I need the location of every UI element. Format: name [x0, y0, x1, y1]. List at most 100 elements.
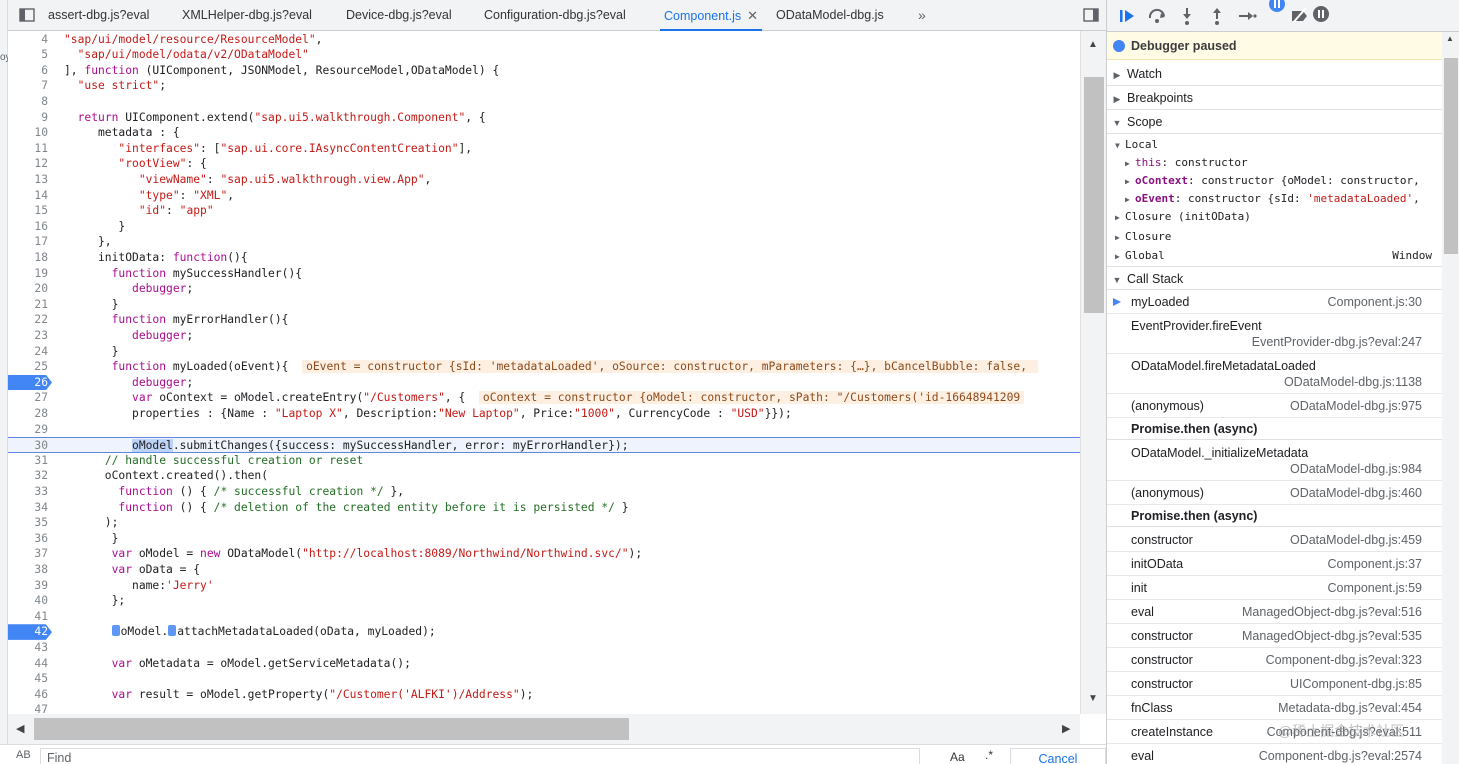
code-line[interactable]: 38 var oData = {: [8, 562, 1080, 578]
scope-section-header[interactable]: ▼ Scope: [1107, 110, 1442, 134]
line-number[interactable]: 7: [8, 78, 48, 94]
frame-location-link[interactable]: Component.js:30: [1327, 295, 1422, 309]
code-line[interactable]: 20 debugger;: [8, 281, 1080, 297]
scrollbar-thumb[interactable]: [34, 718, 629, 740]
scroll-up-icon[interactable]: ▲: [1088, 39, 1098, 50]
line-number[interactable]: 43: [8, 640, 48, 656]
line-number[interactable]: 33: [8, 484, 48, 500]
tab-assert-dbg[interactable]: assert-dbg.js?eval: [48, 0, 149, 31]
frame-location-link[interactable]: Component-dbg.js?eval:2574: [1259, 749, 1422, 763]
step-into-icon[interactable]: [1177, 6, 1197, 26]
code-line[interactable]: 44 var oMetadata = oModel.getServiceMeta…: [8, 656, 1080, 672]
code-line[interactable]: 29: [8, 422, 1080, 438]
frame-location-link[interactable]: Metadata-dbg.js?eval:454: [1278, 701, 1422, 715]
code-line[interactable]: 25 function myLoaded(oEvent){ oEvent = c…: [8, 359, 1080, 375]
editor-horizontal-scrollbar[interactable]: ◀ ▶: [8, 714, 1080, 744]
code-line[interactable]: 17 },: [8, 234, 1080, 250]
call-stack-frame[interactable]: eval Component-dbg.js?eval:2574: [1107, 744, 1442, 764]
frame-location-link[interactable]: ODataModel-dbg.js:1138: [1284, 375, 1422, 389]
find-input[interactable]: Find: [40, 748, 920, 764]
call-stack-frame[interactable]: constructor ODataModel-dbg.js:459: [1107, 528, 1442, 552]
call-stack-frame[interactable]: myLoaded Component.js:30: [1107, 290, 1442, 314]
editor-vertical-scrollbar[interactable]: ▲ ▼: [1080, 31, 1106, 714]
call-stack-frame[interactable]: ODataModel._initializeMetadata ODataModel…: [1107, 441, 1442, 481]
line-number[interactable]: 41: [8, 609, 48, 625]
call-stack-section-header[interactable]: ▼ Call Stack: [1107, 266, 1442, 290]
scroll-up-icon[interactable]: ▲: [1446, 34, 1454, 43]
code-line[interactable]: 47: [8, 702, 1080, 714]
line-number[interactable]: 36: [8, 531, 48, 547]
step-over-icon[interactable]: [1147, 6, 1167, 26]
line-number[interactable]: 34: [8, 500, 48, 516]
line-number[interactable]: 37: [8, 546, 48, 562]
line-number[interactable]: 30: [8, 438, 48, 454]
frame-location-link[interactable]: ODataModel-dbg.js:459: [1290, 533, 1422, 547]
scroll-left-icon[interactable]: ◀: [16, 722, 24, 735]
line-number[interactable]: 29: [8, 422, 48, 438]
call-stack-frame[interactable]: ODataModel.fireMetadataLoaded ODataModel-…: [1107, 354, 1442, 394]
match-case-button[interactable]: Aa: [950, 750, 965, 764]
call-stack-frame[interactable]: constructor UIComponent-dbg.js:85: [1107, 672, 1442, 696]
code-line[interactable]: 45: [8, 671, 1080, 687]
call-stack-frame[interactable]: constructor ManagedObject-dbg.js?eval:535: [1107, 624, 1442, 648]
code-line[interactable]: 27 var oContext = oModel.createEntry("/C…: [8, 390, 1080, 406]
toggle-debugger-sidebar-icon[interactable]: [1082, 6, 1100, 24]
step-out-icon[interactable]: [1207, 6, 1227, 26]
cancel-button[interactable]: Cancel: [1010, 748, 1106, 764]
code-line[interactable]: 34 function () { /* deletion of the crea…: [8, 500, 1080, 516]
resume-icon[interactable]: [1117, 6, 1137, 26]
line-number[interactable]: 13: [8, 172, 48, 188]
code-line[interactable]: 40 };: [8, 593, 1080, 609]
frame-location-link[interactable]: UIComponent-dbg.js:85: [1290, 677, 1422, 691]
frame-location-link[interactable]: EventProvider-dbg.js?eval:247: [1252, 335, 1422, 349]
code-line[interactable]: 43: [8, 640, 1080, 656]
code-line[interactable]: 10 metadata : {: [8, 125, 1080, 141]
line-number[interactable]: 39: [8, 578, 48, 594]
code-line[interactable]: 30 oModel.submitChanges({success: mySucc…: [8, 437, 1080, 453]
line-number[interactable]: 46: [8, 687, 48, 703]
tab-component-js[interactable]: Component.js ✕: [660, 0, 763, 31]
step-icon[interactable]: [1237, 6, 1257, 26]
code-line[interactable]: 18 initOData: function(){: [8, 250, 1080, 266]
line-number[interactable]: 19: [8, 266, 48, 282]
scope-closure[interactable]: ▶ Closure: [1115, 228, 1450, 246]
code-line[interactable]: 36 }: [8, 531, 1080, 547]
scrollbar-thumb[interactable]: [1084, 77, 1104, 313]
code-line[interactable]: 8: [8, 94, 1080, 110]
frame-location-link[interactable]: Component-dbg.js?eval:323: [1266, 653, 1422, 667]
line-number[interactable]: 4: [8, 32, 48, 48]
frame-location-link[interactable]: ODataModel-dbg.js:460: [1290, 486, 1422, 500]
line-number[interactable]: 9: [8, 110, 48, 126]
frame-location-link[interactable]: ODataModel-dbg.js:975: [1290, 399, 1422, 413]
code-line[interactable]: 9 return UIComponent.extend("sap.ui5.wal…: [8, 110, 1080, 126]
call-stack-frame[interactable]: (anonymous) ODataModel-dbg.js:975: [1107, 394, 1442, 418]
scrollbar-thumb[interactable]: [1444, 58, 1458, 254]
sidebar-vertical-scrollbar[interactable]: ▲: [1442, 32, 1459, 764]
code-line[interactable]: 15 "id": "app": [8, 203, 1080, 219]
code-line[interactable]: 11 "interfaces": ["sap.ui.core.IAsyncCon…: [8, 141, 1080, 157]
code-line[interactable]: 37 var oModel = new ODataModel("http://l…: [8, 546, 1080, 562]
call-stack-frame[interactable]: init Component.js:59: [1107, 576, 1442, 600]
call-stack-frame[interactable]: eval ManagedObject-dbg.js?eval:516: [1107, 600, 1442, 624]
scope-global[interactable]: ▶ Global Window: [1115, 247, 1434, 265]
scope-local[interactable]: ▼ Local: [1115, 136, 1450, 154]
code-line[interactable]: 24 }: [8, 344, 1080, 360]
frame-location-link[interactable]: Component.js:37: [1327, 557, 1422, 571]
code-line[interactable]: 21 }: [8, 297, 1080, 313]
breakpoint-line-number[interactable]: 26: [8, 374, 52, 391]
watch-section-header[interactable]: ▶ Watch: [1107, 62, 1442, 86]
tab-device-dbg[interactable]: Device-dbg.js?eval: [346, 0, 452, 31]
call-stack-frame[interactable]: fnClass Metadata-dbg.js?eval:454: [1107, 696, 1442, 720]
line-number[interactable]: 45: [8, 671, 48, 687]
code-line[interactable]: 28 properties : {Name : "Laptop X", Desc…: [8, 406, 1080, 422]
line-number[interactable]: 18: [8, 250, 48, 266]
line-number[interactable]: 21: [8, 297, 48, 313]
line-number[interactable]: 15: [8, 203, 48, 219]
more-tabs-icon[interactable]: »: [918, 0, 926, 31]
line-number[interactable]: 8: [8, 94, 48, 110]
replace-toggle-icon[interactable]: AB: [16, 749, 31, 761]
line-number[interactable]: 14: [8, 188, 48, 204]
line-number[interactable]: 12: [8, 156, 48, 172]
line-number[interactable]: 27: [8, 390, 48, 406]
frame-location-link[interactable]: ManagedObject-dbg.js?eval:535: [1242, 629, 1422, 643]
